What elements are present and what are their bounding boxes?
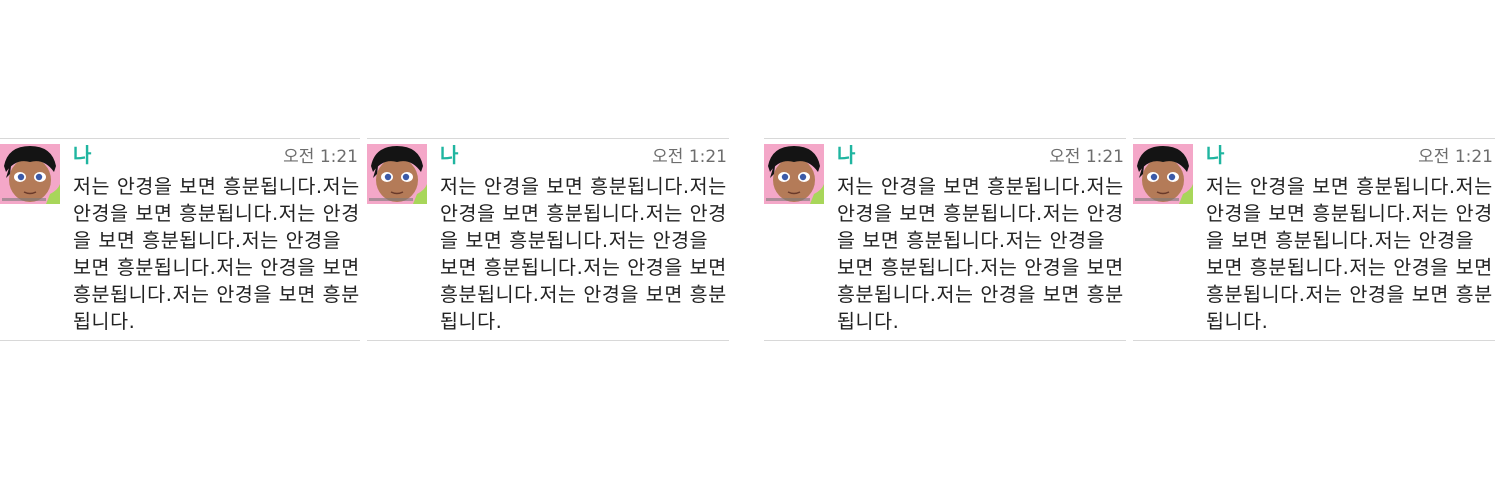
chat-message: 나 오전 1:21 저는 안경을 보면 흥분됩니다.저는 안경을 보면 흥분됩니… [367, 138, 729, 341]
message-timestamp: 오전 1:21 [652, 147, 727, 167]
avatar[interactable] [367, 144, 427, 204]
chat-message: 나 오전 1:21 저는 안경을 보면 흥분됩니다.저는 안경을 보면 흥분됩니… [764, 138, 1126, 341]
message-text: 저는 안경을 보면 흥분됩니다.저는 안경을 보면 흥분됩니다.저는 안경을 보… [73, 175, 360, 333]
chat-message: 나 오전 1:21 저는 안경을 보면 흥분됩니다.저는 안경을 보면 흥분됩니… [1133, 138, 1495, 341]
message-timestamp: 오전 1:21 [1418, 147, 1493, 167]
anime-character-avatar-icon [1133, 144, 1193, 204]
sender-name: 나 [837, 143, 856, 167]
chat-message: 나 오전 1:21 저는 안경을 보면 흥분됩니다.저는 안경을 보면 흥분됩니… [0, 138, 360, 341]
anime-character-avatar-icon [367, 144, 427, 204]
sender-name: 나 [440, 143, 459, 167]
anime-character-avatar-icon [764, 144, 824, 204]
avatar[interactable] [1133, 144, 1193, 204]
message-text: 저는 안경을 보면 흥분됩니다.저는 안경을 보면 흥분됩니다.저는 안경을 보… [837, 175, 1124, 333]
message-text: 저는 안경을 보면 흥분됩니다.저는 안경을 보면 흥분됩니다.저는 안경을 보… [1206, 175, 1493, 333]
avatar[interactable] [0, 144, 60, 204]
message-timestamp: 오전 1:21 [283, 147, 358, 167]
avatar[interactable] [764, 144, 824, 204]
message-text: 저는 안경을 보면 흥분됩니다.저는 안경을 보면 흥분됩니다.저는 안경을 보… [440, 175, 727, 333]
sender-name: 나 [1206, 143, 1225, 167]
sender-name: 나 [73, 143, 92, 167]
message-timestamp: 오전 1:21 [1049, 147, 1124, 167]
anime-character-avatar-icon [0, 144, 60, 204]
